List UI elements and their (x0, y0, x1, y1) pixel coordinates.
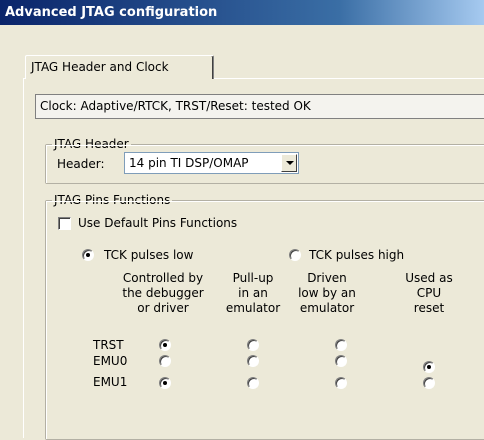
row-label-emu1: EMU1 (93, 375, 128, 389)
header-select-value: 14 pin TI DSP/OMAP (129, 156, 249, 170)
status-field: Clock: Adaptive/RTCK, TRST/Reset: tested… (35, 94, 484, 119)
col-header-line: or driver (137, 301, 189, 315)
col-header-line: low by an (298, 286, 356, 300)
tab-jtag-header-and-clock[interactable]: JTAG Header and Clock (25, 55, 214, 79)
col-header-line: the debugger (122, 286, 204, 300)
col-header-line: Used as (405, 271, 453, 285)
emu1-driven-low-radio[interactable] (335, 377, 347, 389)
jtag-header-group-label: JTAG Header (52, 136, 131, 152)
col-header-line: reset (413, 301, 445, 315)
header-label: Header: (57, 157, 105, 171)
use-default-pins-label: Use Default Pins Functions (78, 216, 238, 230)
col-header-pullup: Pull-up in an emulator (218, 271, 288, 316)
emu0-driven-low-radio[interactable] (335, 355, 347, 367)
use-default-pins-checkbox[interactable] (58, 217, 71, 230)
emu1-cpu-reset-radio[interactable] (423, 377, 435, 389)
emu0-controlled-radio[interactable] (159, 355, 171, 367)
col-header-cpu-reset: Used as CPU reset (394, 271, 464, 316)
col-header-line: Driven (307, 271, 347, 285)
chevron-down-icon[interactable] (281, 154, 297, 172)
window-title: Advanced JTAG configuration (0, 0, 484, 25)
row-label-emu0: EMU0 (93, 354, 128, 368)
emu0-cpu-reset-radio[interactable] (423, 361, 435, 373)
col-header-line: emulator (225, 301, 281, 315)
col-header-driven-low: Driven low by an emulator (287, 271, 367, 316)
tck-high-label: TCK pulses high (309, 248, 405, 262)
tck-low-radio[interactable] (82, 249, 94, 261)
row-label-trst: TRST (93, 338, 124, 352)
col-header-line: Pull-up (232, 271, 274, 285)
emu0-pullup-radio[interactable] (247, 355, 259, 367)
header-select[interactable]: 14 pin TI DSP/OMAP (124, 152, 299, 174)
tck-low-label: TCK pulses low (104, 248, 194, 262)
pins-group: JTAG Pins Functions (45, 192, 484, 440)
tck-high-radio[interactable] (289, 249, 301, 261)
trst-controlled-radio[interactable] (159, 339, 171, 351)
trst-driven-low-radio[interactable] (335, 339, 347, 351)
col-header-line: in an (238, 286, 268, 300)
emu1-controlled-radio[interactable] (159, 377, 171, 389)
col-header-line: emulator (299, 301, 355, 315)
emu1-pullup-radio[interactable] (247, 377, 259, 389)
pins-group-label: JTAG Pins Functions (52, 192, 173, 208)
col-header-controlled: Controlled by the debugger or driver (113, 271, 213, 316)
col-header-line: Controlled by (122, 271, 204, 285)
trst-pullup-radio[interactable] (247, 339, 259, 351)
col-header-line: CPU (416, 286, 442, 300)
